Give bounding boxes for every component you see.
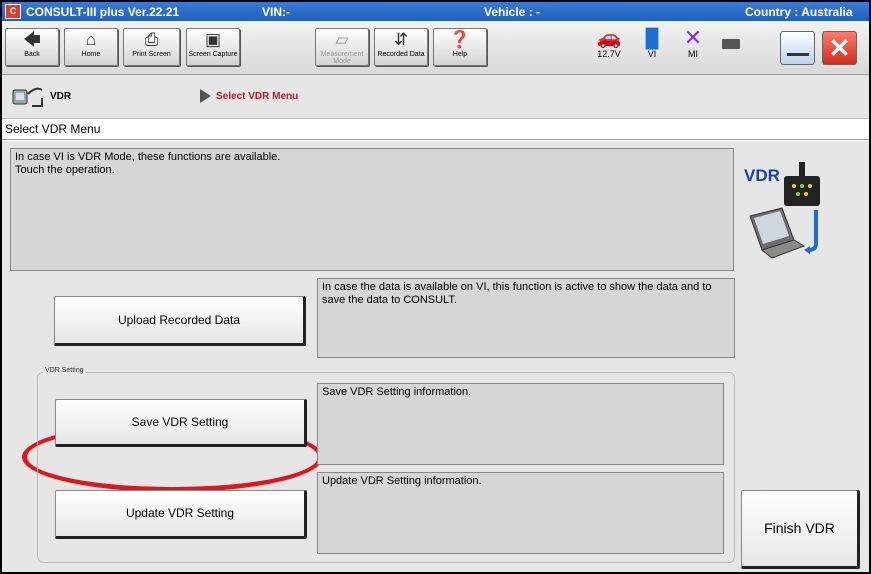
toolbar: 🡄 Back ⌂ Home ⎙ Print Screen ▣ Screen Ca… — [2, 21, 869, 75]
update-vdr-setting-button[interactable]: Update VDR Setting — [55, 490, 307, 539]
connector-icon — [722, 39, 740, 49]
print-screen-label: Print Screen — [132, 51, 171, 58]
minimize-button[interactable] — [780, 31, 815, 65]
vin-label: VIN:- — [262, 5, 290, 19]
country-label: Country : Australia — [745, 5, 853, 19]
update-setting-description: Update VDR Setting information. — [317, 472, 724, 554]
intro-line-2: Touch the operation. — [15, 164, 115, 176]
vehicle-label: Vehicle : - — [484, 5, 541, 19]
help-icon: ❓ — [449, 30, 471, 49]
help-label: Help — [452, 51, 468, 58]
home-button[interactable]: ⌂ Home — [64, 28, 118, 66]
intro-line-1: In case VI is VDR Mode, these functions … — [15, 151, 281, 163]
breadcrumb-root[interactable]: VDR — [50, 91, 71, 102]
app-title: CONSULT-III plus Ver.22.21 — [26, 5, 180, 19]
page-title: Select VDR Menu — [2, 119, 869, 140]
breadcrumb: VDR Select VDR Menu — [2, 75, 869, 119]
laptop-vi-icon — [749, 162, 820, 259]
measurement-icon: ▱ — [335, 30, 349, 49]
mi-status: ✕ MI — [679, 25, 707, 60]
upload-recorded-data-button[interactable]: Upload Recorded Data — [54, 296, 306, 346]
car-icon: 🚗 — [596, 27, 622, 49]
close-icon: ✕ — [828, 33, 851, 63]
title-bar: C CONSULT-III plus Ver.22.21 VIN:- Vehic… — [2, 2, 869, 21]
upload-description: In case the data is available on VI, thi… — [317, 278, 735, 358]
screen-capture-label: Screen Capture — [188, 51, 238, 58]
back-label: Back — [24, 51, 40, 58]
vdr-setting-group-label: VDR Setting — [43, 367, 86, 374]
battery-status: 🚗 12.7V — [590, 27, 628, 59]
printer-icon: ⎙ — [144, 30, 159, 49]
save-setting-description: Save VDR Setting information. — [317, 383, 724, 465]
home-icon: ⌂ — [85, 30, 97, 49]
print-screen-button[interactable]: ⎙ Print Screen — [123, 28, 180, 66]
mi-x-icon: ✕ — [683, 25, 703, 50]
intro-box: In case VI is VDR Mode, these functions … — [10, 148, 734, 271]
help-button[interactable]: ❓ Help — [433, 28, 487, 66]
back-button[interactable]: 🡄 Back — [5, 28, 59, 66]
consult-logo-icon: C — [5, 4, 21, 19]
recorded-data-button[interactable]: ⇵ Recorded Data — [374, 28, 428, 66]
vdr-illustration: VDR — [742, 154, 842, 269]
breadcrumb-current: Select VDR Menu — [216, 91, 299, 102]
vi-label: VI — [647, 49, 657, 59]
vdr-device-icon — [12, 87, 43, 107]
recorded-data-label: Recorded Data — [377, 51, 425, 58]
camera-icon: ▣ — [204, 30, 222, 49]
close-button[interactable]: ✕ — [822, 31, 857, 65]
measurement-mode-button[interactable]: ▱ Measurement Mode — [315, 28, 369, 66]
save-vdr-setting-button[interactable]: Save VDR Setting — [55, 399, 307, 447]
signal-icon: █ — [645, 28, 659, 48]
back-arrow-icon: 🡄 — [23, 30, 41, 49]
finish-vdr-button[interactable]: Finish VDR — [741, 490, 860, 569]
battery-voltage: 12.7V — [597, 49, 621, 59]
main-panel: In case VI is VDR Mode, these functions … — [2, 141, 869, 572]
home-label: Home — [81, 51, 101, 58]
breadcrumb-arrow-icon — [200, 89, 211, 103]
vi-status: █ VI — [638, 27, 666, 59]
minimize-icon — [787, 53, 809, 56]
measurement-mode-label: Measurement Mode — [320, 51, 364, 65]
screen-capture-button[interactable]: ▣ Screen Capture — [186, 28, 240, 66]
recorded-data-icon: ⇵ — [393, 30, 409, 49]
mi-label: MI — [688, 49, 698, 59]
consult-window: C CONSULT-III plus Ver.22.21 VIN:- Vehic… — [0, 0, 871, 574]
